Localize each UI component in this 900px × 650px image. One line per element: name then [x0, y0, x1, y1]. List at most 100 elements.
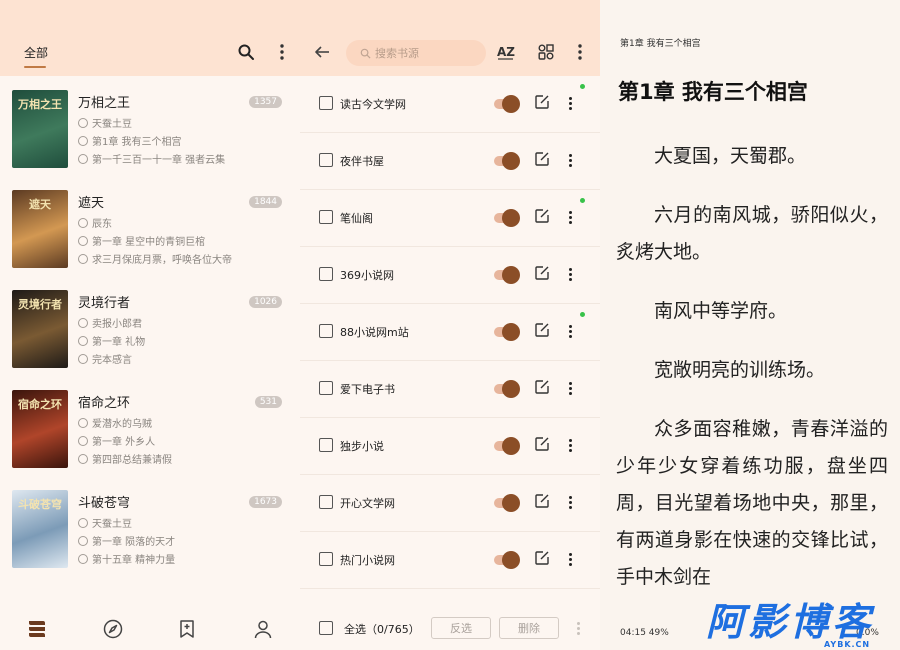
- select-all-checkbox[interactable]: [319, 621, 333, 635]
- source-checkbox[interactable]: [319, 210, 333, 224]
- author-icon: [78, 417, 88, 428]
- source-checkbox[interactable]: [319, 495, 333, 509]
- reader-paragraph: 六月的南风城，骄阳似火，炙烤大地。: [616, 204, 888, 263]
- edit-source-button[interactable]: [534, 379, 550, 397]
- book-read-chapter: 第一章 礼物: [78, 333, 145, 348]
- source-search-input[interactable]: 搜索书源: [346, 40, 486, 66]
- source-name: 爱下电子书: [340, 383, 395, 396]
- tab-indicator: [24, 66, 46, 68]
- compass-icon: [78, 453, 88, 464]
- source-more-button[interactable]: [562, 265, 578, 283]
- compass-icon: [78, 353, 88, 364]
- history-icon: [78, 535, 88, 546]
- source-name: 369小说网: [340, 269, 394, 282]
- book-item[interactable]: 万相之王 万相之王 1357 天蚕土豆 第1章 我有三个相宫 第一千三百一十一章…: [0, 80, 300, 180]
- source-row[interactable]: 热门小说网: [300, 532, 600, 589]
- edit-source-button[interactable]: [534, 265, 550, 283]
- edit-source-button[interactable]: [534, 94, 550, 112]
- edit-source-button[interactable]: [534, 493, 550, 511]
- book-cover: 万相之王: [12, 90, 68, 168]
- sort-button[interactable]: AZ: [496, 42, 516, 62]
- source-row[interactable]: 独步小说: [300, 418, 600, 475]
- profile-icon: [254, 620, 272, 639]
- source-row[interactable]: 笔仙阁: [300, 190, 600, 247]
- reader-content: 大夏国，天蜀郡。 六月的南风城，骄阳似火，炙烤大地。 南风中等学府。 宽敞明亮的训练场…: [616, 138, 888, 618]
- source-enable-toggle[interactable]: [492, 208, 520, 228]
- more-menu-button[interactable]: [570, 42, 590, 62]
- source-enable-toggle[interactable]: [492, 94, 520, 114]
- unread-count-badge: 1357: [249, 96, 282, 108]
- search-button[interactable]: [236, 42, 256, 62]
- edit-icon: [535, 494, 549, 508]
- author-icon: [78, 217, 88, 228]
- edit-icon: [535, 266, 549, 280]
- source-name: 独步小说: [340, 440, 384, 453]
- book-author: 爱潜水的乌贼: [78, 415, 152, 430]
- source-row[interactable]: 夜伴书屋: [300, 133, 600, 190]
- source-checkbox[interactable]: [319, 96, 333, 110]
- source-more-button[interactable]: [562, 151, 578, 169]
- more-menu-button[interactable]: [272, 42, 292, 62]
- status-dot: [580, 198, 585, 203]
- source-checkbox[interactable]: [319, 552, 333, 566]
- source-enable-toggle[interactable]: [492, 265, 520, 285]
- nav-bookmark[interactable]: [176, 618, 198, 640]
- source-row[interactable]: 369小说网: [300, 247, 600, 304]
- reader-panel[interactable]: 第1章 我有三个相宫 第1章 我有三个相宫 大夏国，天蜀郡。 六月的南风城，骄阳似…: [600, 0, 900, 650]
- book-read-chapter-text: 第1章 我有三个相宫: [92, 137, 182, 148]
- book-item[interactable]: 灵境行者 灵境行者 1026 卖报小郎君 第一章 礼物 完本感言: [0, 280, 300, 380]
- source-row[interactable]: 爱下电子书: [300, 361, 600, 418]
- group-button[interactable]: [536, 42, 556, 62]
- search-icon: [238, 44, 254, 60]
- book-title: 遮天: [78, 196, 105, 211]
- book-cover: 斗破苍穹: [12, 490, 68, 568]
- source-enable-toggle[interactable]: [492, 151, 520, 171]
- edit-source-button[interactable]: [534, 151, 550, 169]
- source-more-button[interactable]: [562, 208, 578, 226]
- source-enable-toggle[interactable]: [492, 379, 520, 399]
- source-more-button[interactable]: [562, 436, 578, 454]
- book-item[interactable]: 宿命之环 宿命之环 531 爱潜水的乌贼 第一章 外乡人 第四部总结兼请假: [0, 380, 300, 480]
- bookshelf-panel: 全部 万相之王 万相之王 1357 天蚕土豆 第1章 我有三个相宫 第一千三百一…: [0, 0, 300, 650]
- source-enable-toggle[interactable]: [492, 436, 520, 456]
- more-vert-icon: [578, 44, 582, 60]
- explore-icon: [103, 619, 123, 639]
- source-enable-toggle[interactable]: [492, 322, 520, 342]
- edit-source-button[interactable]: [534, 322, 550, 340]
- tab-all[interactable]: 全部: [24, 44, 48, 61]
- source-checkbox[interactable]: [319, 438, 333, 452]
- footer-more-button[interactable]: [575, 620, 581, 636]
- source-checkbox[interactable]: [319, 153, 333, 167]
- delete-button[interactable]: 删除: [499, 617, 559, 639]
- source-enable-toggle[interactable]: [492, 550, 520, 570]
- edit-source-button[interactable]: [534, 550, 550, 568]
- select-all-label[interactable]: 全选（0/765）: [344, 621, 420, 637]
- edit-icon: [535, 95, 549, 109]
- book-item[interactable]: 斗破苍穹 斗破苍穹 1673 天蚕土豆 第一章 陨落的天才 第十五章 精神力量: [0, 480, 300, 580]
- edit-source-button[interactable]: [534, 436, 550, 454]
- source-more-button[interactable]: [562, 94, 578, 112]
- source-row[interactable]: 读古今文学网: [300, 76, 600, 133]
- source-checkbox[interactable]: [319, 381, 333, 395]
- edit-source-button[interactable]: [534, 208, 550, 226]
- source-more-button[interactable]: [562, 550, 578, 568]
- book-item[interactable]: 遮天 遮天 1844 辰东 第一章 星空中的青铜巨棺 求三月保底月票，呼唤各位大…: [0, 180, 300, 280]
- source-more-button[interactable]: [562, 379, 578, 397]
- source-more-button[interactable]: [562, 493, 578, 511]
- bookshelf-header: 全部: [0, 0, 300, 76]
- book-author-text: 卖报小郎君: [92, 319, 142, 330]
- author-icon: [78, 117, 88, 128]
- source-checkbox[interactable]: [319, 267, 333, 281]
- nav-explore[interactable]: [102, 618, 124, 640]
- nav-profile[interactable]: [252, 618, 274, 640]
- source-more-button[interactable]: [562, 322, 578, 340]
- back-button[interactable]: [312, 42, 332, 62]
- reader-paragraph: 众多面容稚嫩，青春洋溢的少年少女穿着练功服，盘坐四周，目光望着场地中央，那里，有…: [616, 418, 888, 588]
- source-enable-toggle[interactable]: [492, 493, 520, 513]
- source-checkbox[interactable]: [319, 324, 333, 338]
- nav-bookshelf[interactable]: [26, 618, 48, 640]
- source-row[interactable]: 开心文学网: [300, 475, 600, 532]
- invert-selection-button[interactable]: 反选: [431, 617, 491, 639]
- book-read-chapter: 第一章 外乡人: [78, 433, 155, 448]
- source-row[interactable]: 88小说网m站: [300, 304, 600, 361]
